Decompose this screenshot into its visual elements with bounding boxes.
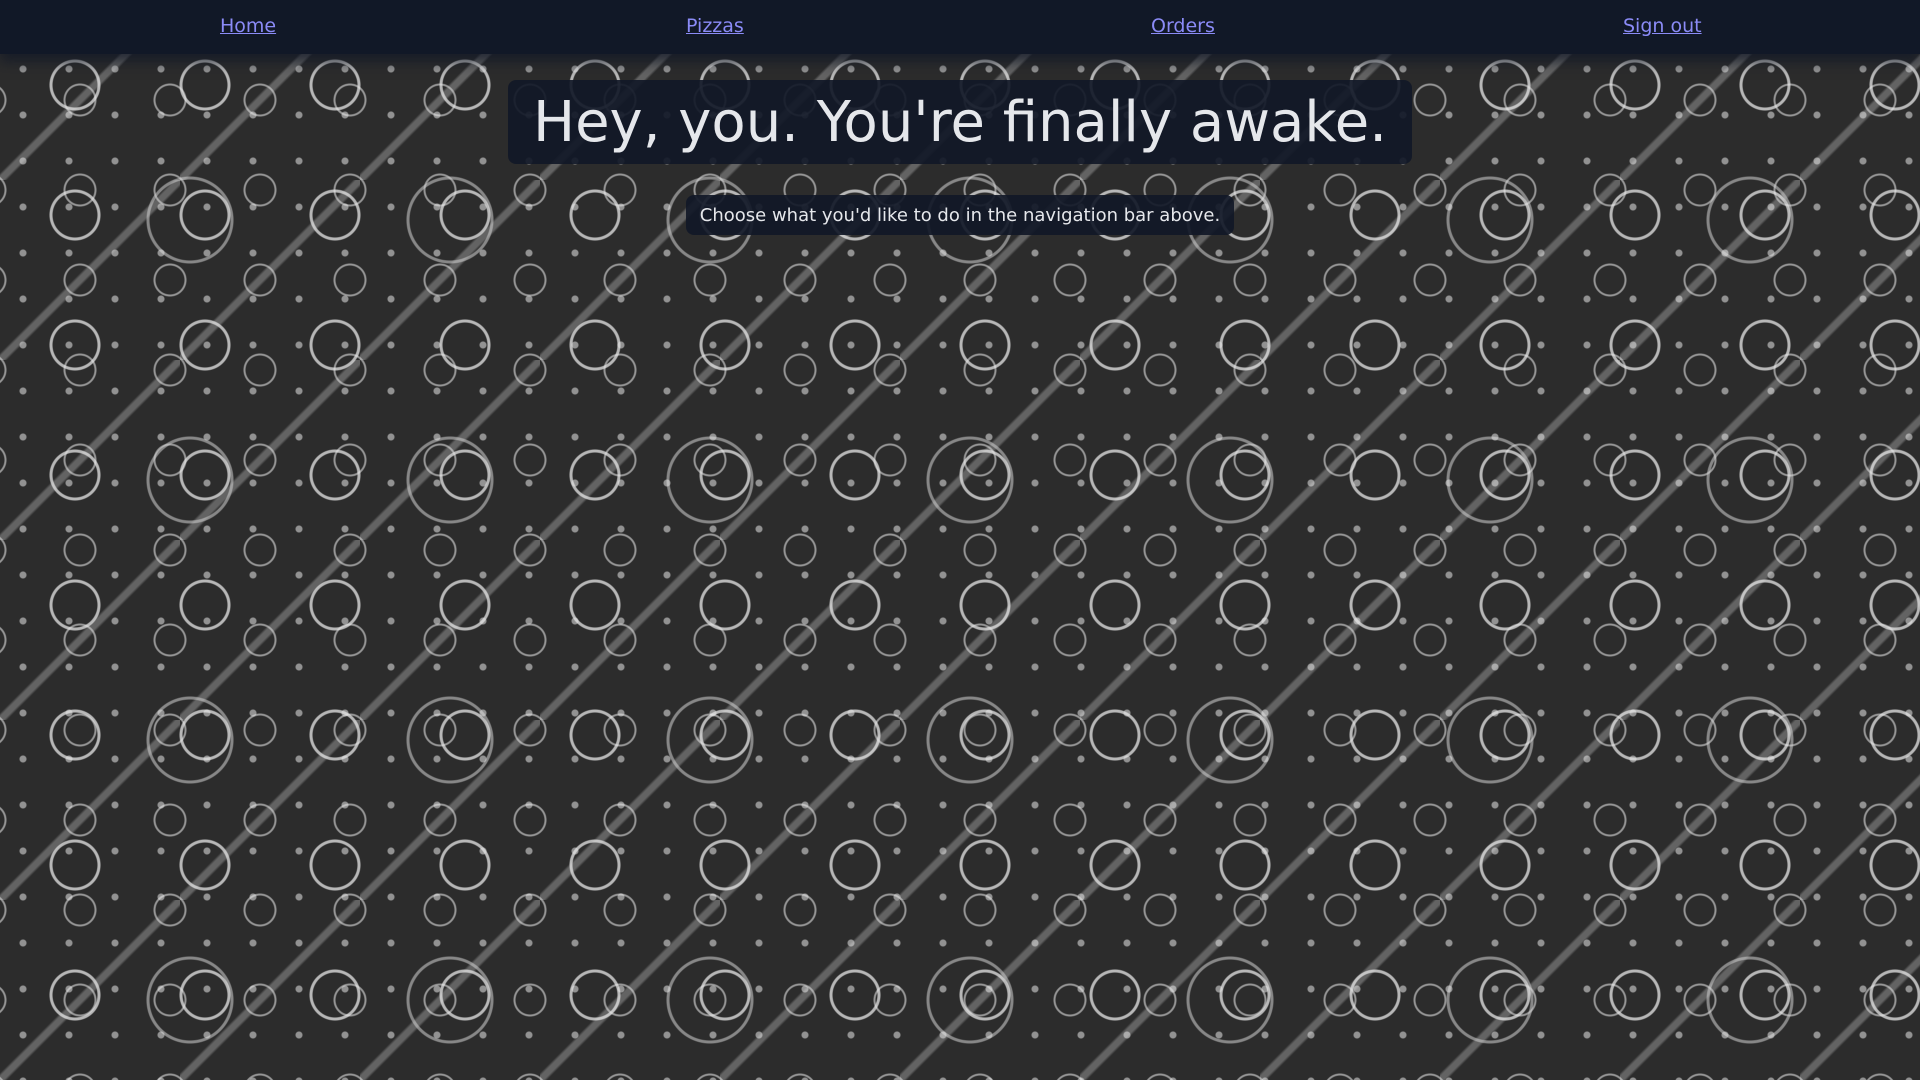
navigation-bar: Home Pizzas Orders Sign out bbox=[0, 0, 1920, 54]
nav-link-home[interactable]: Home bbox=[220, 15, 276, 37]
nav-link-pizzas[interactable]: Pizzas bbox=[686, 15, 744, 37]
nav-link-orders[interactable]: Orders bbox=[1151, 15, 1215, 37]
title-banner: Hey, you. You're finally awake. bbox=[508, 80, 1412, 164]
subtitle-banner: Choose what you'd like to do in the navi… bbox=[686, 195, 1234, 235]
page-subtitle: Choose what you'd like to do in the navi… bbox=[699, 204, 1221, 226]
page-title: Hey, you. You're finally awake. bbox=[532, 89, 1388, 155]
nav-link-sign-out[interactable]: Sign out bbox=[1623, 15, 1702, 37]
